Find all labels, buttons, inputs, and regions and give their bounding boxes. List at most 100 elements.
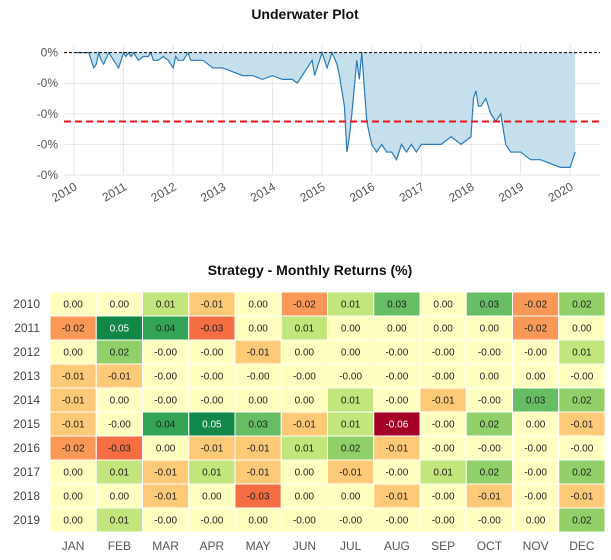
year-label: 2014	[13, 393, 40, 407]
y-tick-label: -0%	[37, 168, 59, 182]
heatmap-cell-label: 0.02	[572, 468, 592, 479]
month-label: APR	[200, 539, 225, 553]
heatmap-cell-label: -0.00	[432, 372, 455, 383]
heatmap-cell-label: 0.01	[156, 300, 176, 311]
underwater-area	[76, 50, 576, 168]
heatmap-cell-label: 0.01	[202, 468, 222, 479]
heatmap-cell-label: -0.00	[478, 396, 501, 407]
heatmap-cell-label: -0.01	[200, 444, 223, 455]
heatmap-cell-label: -0.01	[247, 444, 270, 455]
monthly-returns-heatmap: Strategy - Monthly Returns (%) 0.00 0.00 0…	[13, 262, 606, 553]
x-tick-label: 2020	[546, 179, 576, 205]
heatmap-cell-label: -0.00	[108, 420, 131, 431]
x-tick-label: 2014	[248, 179, 278, 205]
heatmap-cell-label: 0.00	[295, 396, 315, 407]
heatmap-cell-label: 0.04	[156, 324, 176, 335]
heatmap-cell-label: 0.03	[526, 396, 546, 407]
year-label: 2017	[13, 465, 40, 479]
heatmap-cell-label: 0.00	[433, 324, 453, 335]
heatmap-cell-label: -0.01	[200, 300, 223, 311]
heatmap-cell-label: -0.01	[108, 372, 131, 383]
heatmap-cell-label: 0.02	[480, 420, 500, 431]
heatmap-cell-label: -0.01	[385, 492, 408, 503]
heatmap-cell-label: 0.00	[110, 300, 130, 311]
heatmap-cell-label: -0.00	[385, 348, 408, 359]
heatmap-cell-label: 0.01	[572, 348, 592, 359]
x-tick-label: 2016	[347, 179, 377, 205]
heatmap-cell-label: -0.02	[62, 444, 85, 455]
month-label: OCT	[477, 539, 503, 553]
heatmap-cell-label: 0.00	[156, 444, 176, 455]
heatmap-year-labels: 2010 2011 2012 2013 2014 2015 2016 2017 2018 2019	[13, 297, 40, 527]
heatmap-cell-label: -0.00	[200, 516, 223, 527]
underwater-chart: Underwater Plot 0%-0%-0%-0%-0% 2010 2011 2…	[37, 6, 600, 205]
heatmap-cell-label: -0.00	[478, 348, 501, 359]
heatmap-cell-label: -0.03	[108, 444, 131, 455]
heatmap-cell-label: -0.00	[524, 492, 547, 503]
heatmap-cell-label: -0.00	[524, 468, 547, 479]
heatmap-cell-label: 0.03	[480, 300, 500, 311]
heatmap-cell-label: 0.00	[526, 516, 546, 527]
heatmap-cell-label: -0.01	[432, 396, 455, 407]
heatmap-cell-label: -0.01	[154, 492, 177, 503]
heatmap-cell-label: -0.00	[570, 444, 593, 455]
year-label: 2018	[13, 489, 40, 503]
heatmap-cell-label: -0.00	[432, 420, 455, 431]
heatmap-cell-label: 0.01	[295, 444, 315, 455]
underwater-y-axis: 0% -0% -0% -0% -0%	[37, 46, 59, 182]
heatmap-cell-label: -0.00	[247, 372, 270, 383]
underwater-x-axis: 2010 2011 2012 2013 2014 2015 2016 2017 2018 2019…	[49, 179, 576, 205]
heatmap-cell-label: 0.00	[248, 324, 268, 335]
x-tick-label: 2019	[496, 179, 526, 205]
heatmap-cell-label: 0.01	[433, 468, 453, 479]
heatmap-cell-label: -0.02	[62, 324, 85, 335]
heatmap-cell-label: 0.01	[341, 396, 361, 407]
heatmap-cell-label: -0.01	[62, 420, 85, 431]
heatmap-cell-label: 0.00	[110, 492, 130, 503]
heatmap-cell-label: 0.00	[110, 396, 130, 407]
heatmap-cell-label: 0.00	[341, 492, 361, 503]
heatmap-cell-label: 0.01	[341, 300, 361, 311]
heatmap-cell-label: -0.00	[432, 348, 455, 359]
y-tick-label: 0%	[41, 46, 59, 60]
heatmap-cell-label: -0.01	[385, 444, 408, 455]
heatmap-cell-label: -0.02	[524, 324, 547, 335]
heatmap-cell-label: -0.00	[200, 348, 223, 359]
heatmap-cell-label: 0.04	[156, 420, 176, 431]
x-tick-label: 2017	[397, 179, 427, 205]
heatmap-cell-label: 0.00	[63, 348, 83, 359]
heatmap-cell-label: 0.00	[248, 396, 268, 407]
year-label: 2011	[14, 321, 40, 335]
heatmap-cell-label: 0.00	[572, 324, 592, 335]
y-tick-label: -0%	[37, 76, 59, 90]
x-tick-label: 2015	[297, 179, 327, 205]
heatmap-cell-label: -0.00	[339, 372, 362, 383]
y-tick-label: -0%	[37, 107, 59, 121]
heatmap-cell-label: -0.00	[154, 372, 177, 383]
heatmap-cell-label: 0.00	[248, 516, 268, 527]
figure: Underwater Plot 0%-0%-0%-0%-0% 2010 2011 2…	[13, 6, 606, 553]
heatmap-cell-label: -0.01	[62, 396, 85, 407]
heatmap-cell-label: -0.00	[293, 516, 316, 527]
heatmap-cell-label: 0.00	[248, 300, 268, 311]
x-tick-label: 2012	[149, 179, 179, 205]
heatmap-cell-label: -0.00	[385, 468, 408, 479]
year-label: 2013	[13, 369, 40, 383]
month-label: MAY	[246, 539, 271, 553]
heatmap-cell-label: -0.00	[478, 444, 501, 455]
month-label: AUG	[384, 539, 410, 553]
heatmap-cell-label: 0.00	[433, 300, 453, 311]
heatmap-cell-label: -0.00	[432, 444, 455, 455]
year-label: 2019	[13, 513, 40, 527]
heatmap-cell-label: -0.00	[432, 516, 455, 527]
heatmap-cell-label: -0.00	[385, 372, 408, 383]
heatmap-cell-label: -0.03	[247, 492, 270, 503]
x-tick-label: 2011	[100, 179, 130, 204]
heatmap-cell-label: 0.05	[202, 420, 222, 431]
heatmap-cell-label: -0.00	[385, 396, 408, 407]
month-label: FEB	[108, 539, 131, 553]
heatmap-cell-label: -0.06	[385, 420, 408, 431]
x-tick-label: 2013	[198, 179, 228, 205]
heatmap-cell-label: 0.05	[110, 324, 130, 335]
heatmap-cell-label: -0.01	[293, 420, 316, 431]
